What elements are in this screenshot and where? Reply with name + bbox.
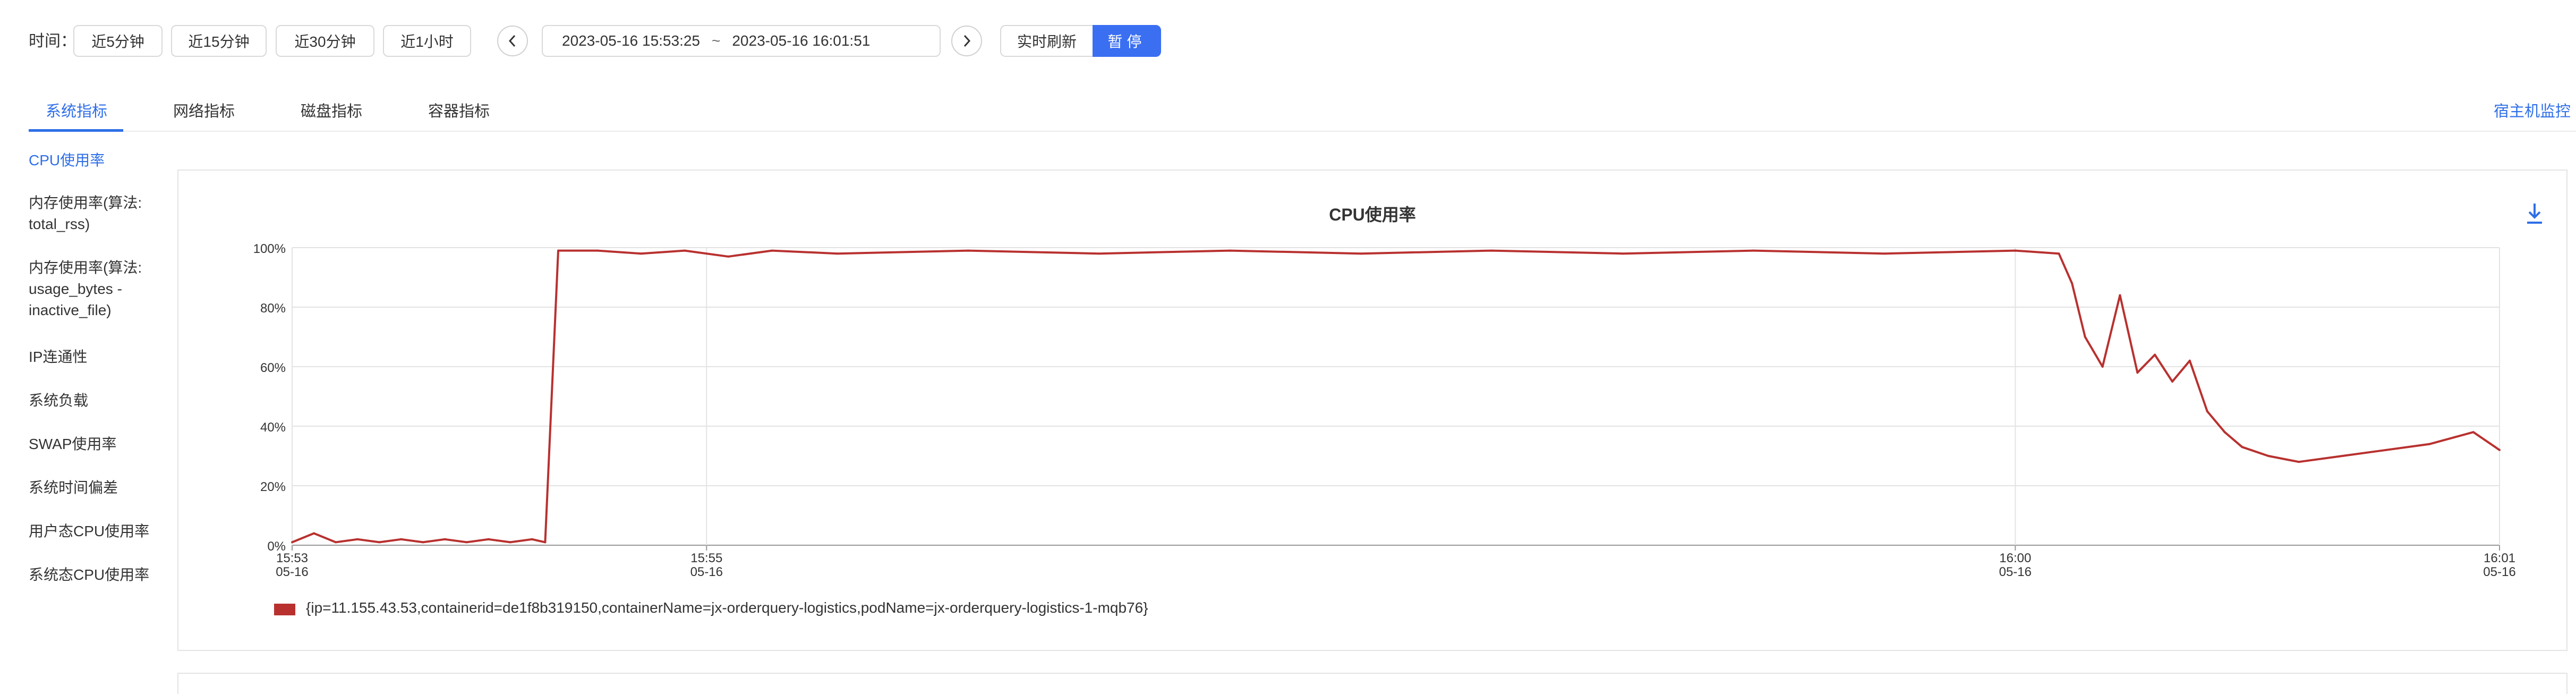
- data-point: [378, 541, 381, 544]
- data-point: [1490, 249, 1493, 252]
- sidebar-item-memory-usage-bytes[interactable]: 内存使用率(算法: usage_bytes - inactive_file): [29, 257, 142, 321]
- chevron-left-icon: [508, 35, 516, 47]
- range-30min-button[interactable]: 近30分钟: [276, 25, 374, 57]
- sidebar-item-system-load[interactable]: 系统负载: [29, 390, 88, 411]
- sidebar-item-user-cpu[interactable]: 用户态CPU使用率: [29, 521, 149, 542]
- data-point: [684, 249, 686, 252]
- sidebar-item-memory-usage-rss[interactable]: 内存使用率(算法: total_rss): [29, 192, 142, 235]
- data-point: [291, 541, 293, 544]
- data-point: [2119, 294, 2121, 297]
- data-point: [544, 541, 547, 544]
- host-monitor-link[interactable]: 宿主机监控: [2494, 99, 2571, 121]
- data-point: [356, 538, 359, 540]
- range-separator: ~: [712, 32, 721, 49]
- data-point: [2171, 380, 2173, 383]
- range-1hour-button[interactable]: 近1小时: [383, 25, 471, 57]
- data-point: [1098, 252, 1101, 255]
- sidebar-item-system-cpu[interactable]: 系统态CPU使用率: [29, 564, 149, 586]
- data-point: [1229, 249, 1231, 252]
- pause-button[interactable]: 暂停: [1093, 25, 1161, 57]
- data-point: [422, 541, 424, 544]
- data-point: [1360, 252, 1362, 255]
- data-point: [2101, 366, 2104, 368]
- tab-container-metrics[interactable]: 容器指标: [428, 99, 490, 121]
- tab-disk-metrics[interactable]: 磁盘指标: [301, 99, 362, 121]
- data-point: [2385, 448, 2387, 451]
- data-point: [2154, 353, 2156, 356]
- series-line: [292, 249, 2501, 544]
- data-point: [487, 538, 490, 540]
- cpu-usage-chart: 0%20%40%60%80%100%15:5305-1615:5505-1616…: [253, 242, 2516, 579]
- data-point: [2014, 249, 2017, 252]
- data-point: [335, 541, 337, 544]
- data-point: [2472, 431, 2475, 434]
- time-range-picker[interactable]: 2023-05-16 15:53:25 ~ 2023-05-16 16:01:5…: [542, 25, 941, 57]
- y-tick-label: 100%: [253, 242, 286, 256]
- range-end: 2023-05-16 16:01:51: [732, 32, 871, 49]
- data-point: [2341, 455, 2344, 457]
- data-point: [2084, 336, 2086, 338]
- x-tick-date-label: 05-16: [2483, 565, 2515, 579]
- tab-network-metrics[interactable]: 网络指标: [173, 99, 235, 121]
- x-tick-label: 16:00: [1999, 551, 2031, 565]
- data-point: [400, 538, 403, 540]
- range-start: 2023-05-16 15:53:25: [562, 32, 700, 49]
- x-tick-date-label: 05-16: [276, 565, 308, 579]
- data-point: [967, 249, 970, 252]
- data-point: [640, 252, 643, 255]
- data-point: [531, 538, 533, 540]
- next-chart-panel: [177, 673, 2568, 694]
- data-point: [2267, 455, 2270, 457]
- data-point: [2428, 443, 2431, 445]
- sidebar-item-cpu-usage[interactable]: CPU使用率: [29, 150, 105, 171]
- sidebar-item-time-offset[interactable]: 系统时间偏差: [29, 477, 118, 498]
- range-15min-button[interactable]: 近15分钟: [171, 25, 267, 57]
- data-point: [2223, 431, 2226, 434]
- data-point: [596, 249, 599, 252]
- data-point: [836, 252, 839, 255]
- realtime-refresh-button[interactable]: 实时刷新: [1000, 25, 1093, 57]
- legend-label[interactable]: {ip=11.155.43.53,containerid=de1f8b31915…: [306, 599, 1148, 616]
- data-point: [2241, 446, 2244, 448]
- range-5min-button[interactable]: 近5分钟: [73, 25, 163, 57]
- data-point: [557, 249, 559, 252]
- data-point: [2298, 461, 2300, 463]
- x-tick-label: 15:53: [276, 551, 308, 565]
- data-point: [2498, 448, 2501, 451]
- data-point: [1752, 249, 1755, 252]
- chart-panel: CPU使用率 0% 20% 40% 60% 80% 100% 15:53 05-16 15:55…: [177, 170, 2568, 651]
- y-tick-label: 20%: [260, 480, 286, 494]
- x-tick-date-label: 05-16: [690, 565, 723, 579]
- data-point: [2058, 252, 2060, 255]
- y-tick-label: 60%: [260, 361, 286, 375]
- data-point: [2188, 359, 2191, 362]
- data-point: [1622, 252, 1624, 255]
- data-point: [2206, 410, 2208, 412]
- x-tick-date-label: 05-16: [1999, 565, 2032, 579]
- data-point: [771, 249, 773, 252]
- next-range-button[interactable]: [951, 26, 982, 56]
- data-point: [443, 538, 446, 540]
- data-point: [313, 532, 315, 535]
- tab-system-metrics[interactable]: 系统指标: [46, 99, 107, 121]
- data-point: [2071, 282, 2074, 285]
- tabs-divider: [29, 131, 2576, 132]
- x-tick-label: 15:55: [690, 551, 722, 565]
- chevron-right-icon: [963, 35, 971, 47]
- y-tick-label: 80%: [260, 301, 286, 316]
- data-point: [727, 255, 730, 258]
- data-point: [1883, 252, 1886, 255]
- prev-range-button[interactable]: [497, 26, 528, 56]
- time-label: 时间：: [29, 32, 76, 50]
- x-tick-label: 16:01: [2484, 551, 2515, 565]
- sidebar-item-swap-usage[interactable]: SWAP使用率: [29, 434, 116, 455]
- y-tick-label: 40%: [260, 420, 286, 435]
- legend-swatch[interactable]: [274, 604, 295, 615]
- data-point: [2136, 371, 2139, 374]
- active-tab-indicator: [29, 129, 123, 132]
- sidebar-item-ip-connectivity[interactable]: IP连通性: [29, 346, 87, 368]
- data-point: [509, 541, 511, 544]
- data-point: [465, 541, 468, 544]
